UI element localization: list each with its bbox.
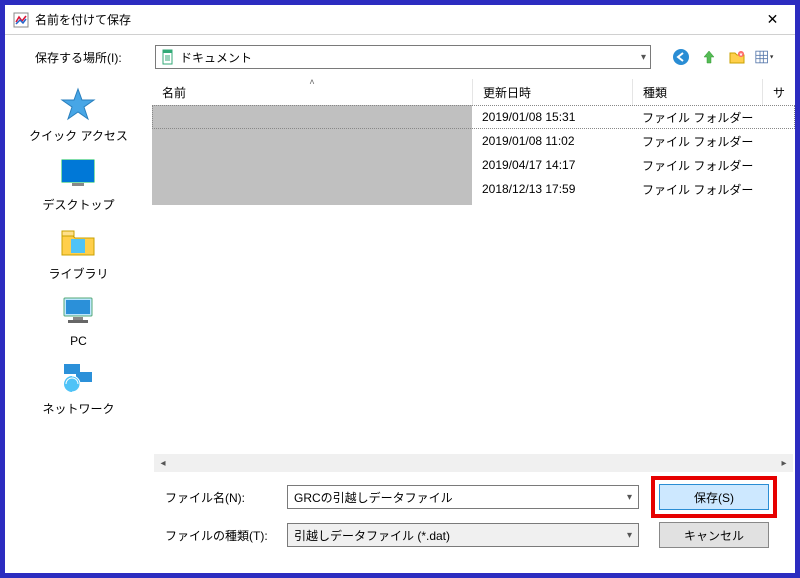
place-pc[interactable]: PC xyxy=(57,292,99,348)
location-toolbar: 保存する場所(I): ドキュメント ▾ ★ xyxy=(5,35,795,79)
document-icon xyxy=(160,49,176,65)
filetype-label: ファイルの種類(T): xyxy=(165,527,275,544)
place-label: クイック アクセス xyxy=(29,127,128,144)
place-label: ライブラリ xyxy=(48,265,108,282)
table-row[interactable]: 2019/01/08 15:31ファイル フォルダー xyxy=(152,105,795,129)
column-type-label: 種類 xyxy=(643,84,667,101)
filename-label: ファイル名(N): xyxy=(165,489,275,506)
titlebar: 名前を付けて保存 ✕ xyxy=(5,5,795,35)
table-row[interactable]: 2018/12/13 17:59ファイル フォルダー xyxy=(152,177,795,201)
save-button-label: 保存(S) xyxy=(694,489,734,506)
table-row[interactable]: 2019/04/17 14:17ファイル フォルダー xyxy=(152,153,795,177)
place-library[interactable]: ライブラリ xyxy=(48,223,108,282)
row-date-cell: 2018/12/13 17:59 xyxy=(472,182,632,196)
row-date-cell: 2019/01/08 15:31 xyxy=(472,110,632,124)
window-title: 名前を付けて保存 xyxy=(35,11,750,28)
row-date-cell: 2019/04/17 14:17 xyxy=(472,158,632,172)
bottom-form: ファイル名(N): GRCの引越しデータファイル ▾ 保存(S) ファイルの種類… xyxy=(5,474,795,566)
pc-icon xyxy=(57,292,99,330)
column-size[interactable]: サ xyxy=(762,79,795,105)
cancel-button[interactable]: キャンセル xyxy=(659,522,769,548)
new-folder-icon[interactable]: ★ xyxy=(727,47,747,67)
back-icon[interactable] xyxy=(671,47,691,67)
toolbar-icons: ★ xyxy=(661,47,775,67)
save-as-dialog: 名前を付けて保存 ✕ 保存する場所(I): ドキュメント ▾ ★ xyxy=(0,0,800,578)
desktop-icon xyxy=(57,154,99,192)
row-type-cell: ファイル フォルダー xyxy=(632,157,762,174)
filename-input[interactable]: GRCの引越しデータファイル ▾ xyxy=(287,485,639,509)
column-type[interactable]: 種類 xyxy=(632,79,762,105)
svg-text:★: ★ xyxy=(739,52,744,58)
row-type-cell: ファイル フォルダー xyxy=(632,181,762,198)
close-button[interactable]: ✕ xyxy=(750,5,795,35)
column-date[interactable]: 更新日時 xyxy=(472,79,632,105)
chevron-down-icon: ▾ xyxy=(641,52,646,63)
place-network[interactable]: ネットワーク xyxy=(42,358,114,417)
scroll-left-icon[interactable]: ◂ xyxy=(154,454,172,472)
place-label: PC xyxy=(70,334,87,348)
column-size-label: サ xyxy=(773,84,785,101)
filename-value: GRCの引越しデータファイル xyxy=(294,489,627,506)
column-name[interactable]: 名前 ˄ xyxy=(152,79,472,105)
table-row[interactable]: 2019/01/08 11:02ファイル フォルダー xyxy=(152,129,795,153)
cancel-button-label: キャンセル xyxy=(684,527,744,544)
views-icon[interactable] xyxy=(755,47,775,67)
file-pane: 名前 ˄ 更新日時 種類 サ 2019/01/08 15:31ファイル フォルダ… xyxy=(152,79,795,474)
save-button-highlight: 保存(S) xyxy=(651,476,777,518)
filetype-value: 引越しデータファイル (*.dat) xyxy=(294,527,627,544)
row-type-cell: ファイル フォルダー xyxy=(632,109,762,126)
dialog-body: クイック アクセス デスクトップ ライブラリ PC xyxy=(5,79,795,474)
column-headers: 名前 ˄ 更新日時 種類 サ xyxy=(152,79,795,105)
location-label: 保存する場所(I): xyxy=(35,49,145,66)
scroll-track[interactable] xyxy=(172,454,775,472)
place-label: ネットワーク xyxy=(42,400,114,417)
column-name-label: 名前 xyxy=(162,84,186,101)
chevron-down-icon: ▾ xyxy=(627,530,632,541)
places-bar: クイック アクセス デスクトップ ライブラリ PC xyxy=(5,79,152,474)
quick-access-icon xyxy=(57,85,99,123)
filetype-select[interactable]: 引越しデータファイル (*.dat) ▾ xyxy=(287,523,639,547)
row-date-cell: 2019/01/08 11:02 xyxy=(472,134,632,148)
horizontal-scrollbar[interactable]: ◂ ▸ xyxy=(154,454,793,472)
location-select[interactable]: ドキュメント ▾ xyxy=(155,45,651,69)
close-icon: ✕ xyxy=(767,11,779,28)
place-quick-access[interactable]: クイック アクセス xyxy=(29,85,128,144)
row-type-cell: ファイル フォルダー xyxy=(632,133,762,150)
chevron-down-icon: ▾ xyxy=(627,492,632,503)
file-list[interactable]: 2019/01/08 15:31ファイル フォルダー2019/01/08 11:… xyxy=(152,105,795,454)
location-value: ドキュメント xyxy=(180,49,641,66)
app-icon xyxy=(13,12,29,28)
library-icon xyxy=(57,223,99,261)
sort-asc-icon: ˄ xyxy=(309,77,314,87)
scroll-right-icon[interactable]: ▸ xyxy=(775,454,793,472)
save-button[interactable]: 保存(S) xyxy=(659,484,769,510)
up-icon[interactable] xyxy=(699,47,719,67)
place-desktop[interactable]: デスクトップ xyxy=(42,154,114,213)
place-label: デスクトップ xyxy=(42,196,114,213)
column-date-label: 更新日時 xyxy=(483,84,531,101)
network-icon xyxy=(57,358,99,396)
